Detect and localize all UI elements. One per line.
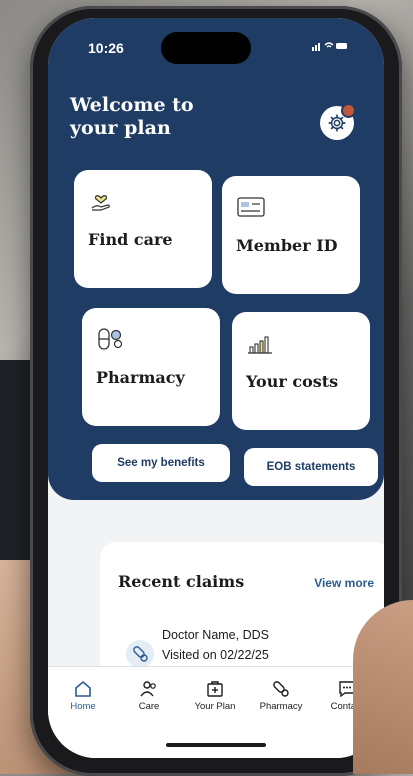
member-id-tile[interactable]: Member ID [222, 176, 360, 294]
tile-label: Member ID [236, 236, 338, 255]
home-icon [50, 677, 116, 701]
page-title: Welcome to your plan [70, 94, 194, 139]
nav-label: Pharmacy [259, 701, 303, 712]
see-benefits-button[interactable]: See my benefits [92, 444, 230, 482]
tile-label: Find care [88, 230, 173, 249]
home-indicator [166, 743, 266, 747]
people-icon [116, 677, 182, 701]
app-screen: 10:26 Welcome to your plan Find care Mem… [48, 18, 384, 758]
your-costs-tile[interactable]: Your costs [232, 312, 370, 430]
nav-label: Your Plan [194, 701, 236, 712]
bottom-nav: Home Care Your Plan Pharmacy Contact [48, 666, 384, 758]
notification-dot [341, 103, 356, 118]
dynamic-island [161, 32, 251, 64]
view-more-link[interactable]: View more [314, 576, 374, 590]
pill-icon [126, 640, 154, 668]
claim-provider: Doctor Name, DDS [162, 628, 269, 642]
pills-icon [96, 324, 206, 354]
nav-care[interactable]: Care [116, 677, 182, 712]
bar-chart-icon [246, 328, 356, 358]
header-panel: 10:26 Welcome to your plan Find care Mem… [48, 18, 384, 500]
id-card-icon [236, 192, 346, 222]
heart-hand-icon [88, 186, 198, 216]
nav-pharmacy[interactable]: Pharmacy [248, 677, 314, 712]
signal-icon [312, 42, 347, 51]
find-care-tile[interactable]: Find care [74, 170, 212, 288]
nav-your-plan[interactable]: Your Plan [182, 677, 248, 712]
background-hand-right [353, 600, 413, 774]
nav-label: Home [70, 701, 96, 712]
settings-button[interactable] [320, 103, 356, 140]
nav-label: Care [138, 701, 160, 712]
tile-label: Pharmacy [96, 368, 185, 387]
nav-home[interactable]: Home [50, 677, 116, 712]
eob-statements-button[interactable]: EOB statements [244, 448, 378, 486]
plan-icon [182, 677, 248, 701]
pill-icon [248, 677, 314, 701]
status-time: 10:26 [88, 40, 124, 56]
recent-claims-title: Recent claims [118, 572, 245, 591]
status-icons [312, 40, 348, 54]
pharmacy-tile[interactable]: Pharmacy [82, 308, 220, 426]
tile-label: Your costs [246, 372, 339, 391]
claim-date: Visited on 02/22/25 [162, 648, 269, 662]
